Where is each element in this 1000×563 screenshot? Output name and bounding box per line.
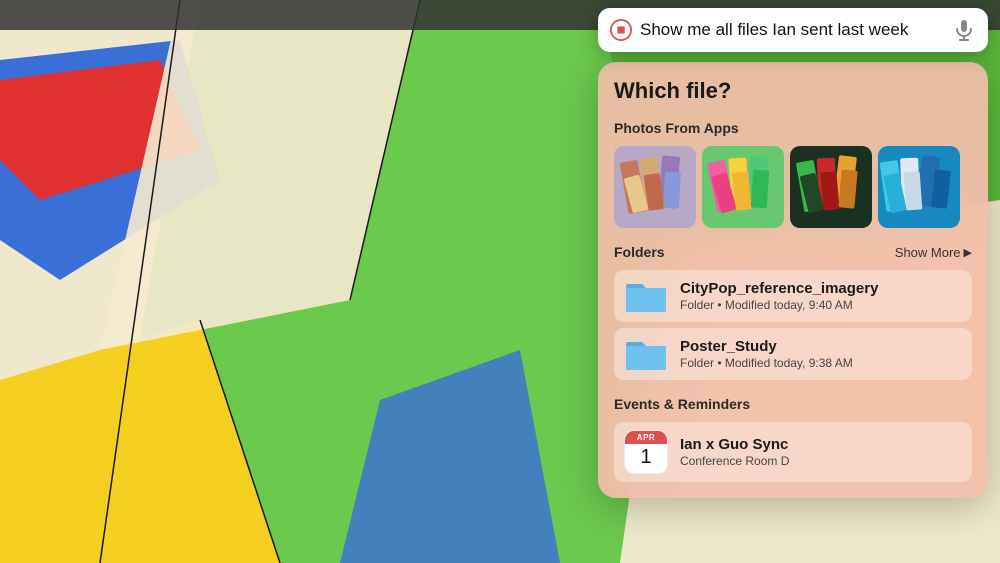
events-section-header: Events & Reminders [614,396,972,412]
folder-icon-1 [624,278,668,314]
show-more-arrow-icon: ▶ [964,246,972,259]
photos-grid [614,146,972,228]
folder-icon-2 [624,336,668,372]
event-info-1: Ian x Guo Sync Conference Room D [680,436,962,468]
folder-item-1[interactable]: CityPop_reference_imagery Folder • Modif… [614,270,972,322]
folders-section-title: Folders [614,244,665,260]
folder-name-2: Poster_Study [680,338,962,355]
events-section: Events & Reminders APR 1 Ian x Guo Sync … [614,396,972,482]
folders-section: Folders Show More ▶ CityPop_reference_im… [614,244,972,380]
calendar-icon: APR 1 [624,430,668,474]
photos-section: Photos From Apps [614,120,972,228]
folder-item-2[interactable]: Poster_Study Folder • Modified today, 9:… [614,328,972,380]
folder-meta-1: Folder • Modified today, 9:40 AM [680,298,962,312]
stop-icon[interactable] [610,19,632,41]
event-location-1: Conference Room D [680,454,962,468]
events-section-title: Events & Reminders [614,396,750,412]
folder-info-1: CityPop_reference_imagery Folder • Modif… [680,280,962,312]
photo-thumb-2[interactable] [702,146,784,228]
cal-day: 1 [640,444,651,470]
search-bar [598,8,988,52]
folder-name-1: CityPop_reference_imagery [680,280,962,297]
event-name-1: Ian x Guo Sync [680,436,962,453]
photos-section-title: Photos From Apps [614,120,739,136]
photos-section-header: Photos From Apps [614,120,972,136]
mic-icon[interactable] [952,18,976,42]
photo-thumb-3[interactable] [790,146,872,228]
show-more-button[interactable]: Show More ▶ [895,245,972,260]
folder-meta-2: Folder • Modified today, 9:38 AM [680,356,962,370]
cal-month: APR [625,431,667,444]
folder-info-2: Poster_Study Folder • Modified today, 9:… [680,338,962,370]
results-title: Which file? [614,78,972,104]
results-panel: Which file? Photos From Apps [598,62,988,498]
search-input[interactable] [640,20,944,40]
folders-section-header: Folders Show More ▶ [614,244,972,260]
photo-thumb-4[interactable] [878,146,960,228]
photo-thumb-1[interactable] [614,146,696,228]
event-item-1[interactable]: APR 1 Ian x Guo Sync Conference Room D [614,422,972,482]
